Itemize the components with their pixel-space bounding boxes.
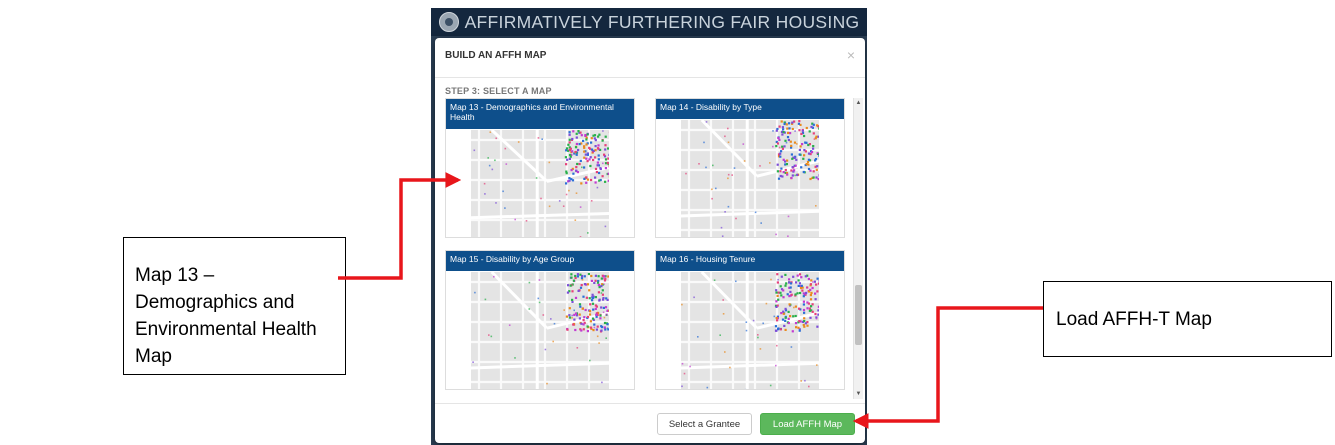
close-icon[interactable]: × [847, 47, 855, 63]
map-card-16[interactable]: Map 16 - Housing Tenure [655, 250, 845, 390]
select-grantee-button[interactable]: Select a Grantee [657, 413, 752, 435]
app-header: AFFIRMATIVELY FURTHERING FAIR HOUSING [431, 8, 867, 36]
build-map-modal: BUILD AN AFFH MAP × STEP 3: SELECT A MAP… [435, 38, 865, 443]
affh-app-window: AFFIRMATIVELY FURTHERING FAIR HOUSING BU… [431, 8, 867, 445]
map-card-13[interactable]: Map 13 - Demographics and Environmental … [445, 98, 635, 238]
map-thumbnail [681, 272, 819, 389]
scrollbar[interactable]: ▲ ▼ [853, 98, 863, 399]
map-card-15[interactable]: Map 15 - Disability by Age Group [445, 250, 635, 390]
map-card-title: Map 13 - Demographics and Environmental … [446, 99, 634, 129]
scroll-thumb[interactable] [855, 285, 862, 345]
map-thumbnail [681, 120, 819, 237]
load-affh-map-button[interactable]: Load AFFH Map [760, 413, 855, 435]
map-card-grid: Map 13 - Demographics and Environmental … [445, 98, 853, 399]
modal-footer: Select a Grantee Load AFFH Map [435, 403, 865, 443]
map-card-title: Map 15 - Disability by Age Group [446, 251, 634, 271]
scroll-up-icon[interactable]: ▲ [854, 98, 863, 108]
load-map-arrow [852, 306, 1043, 429]
app-title: AFFIRMATIVELY FURTHERING FAIR HOUSING [464, 11, 860, 32]
modal-title: BUILD AN AFFH MAP [445, 50, 547, 61]
hud-seal-icon [438, 12, 459, 32]
map13-callout: Map 13 – Demographics and Environmental … [123, 237, 346, 375]
map-card-title: Map 16 - Housing Tenure [656, 251, 844, 271]
map-thumbnail [471, 272, 609, 389]
load-map-callout: Load AFFH-T Map [1043, 281, 1332, 357]
map-card-14[interactable]: Map 14 - Disability by Type [655, 98, 845, 238]
scroll-down-icon[interactable]: ▼ [854, 389, 863, 399]
map-thumbnail [471, 130, 609, 237]
map-card-title: Map 14 - Disability by Type [656, 99, 844, 119]
step-label: STEP 3: SELECT A MAP [445, 86, 552, 96]
modal-header: BUILD AN AFFH MAP × [435, 38, 865, 78]
